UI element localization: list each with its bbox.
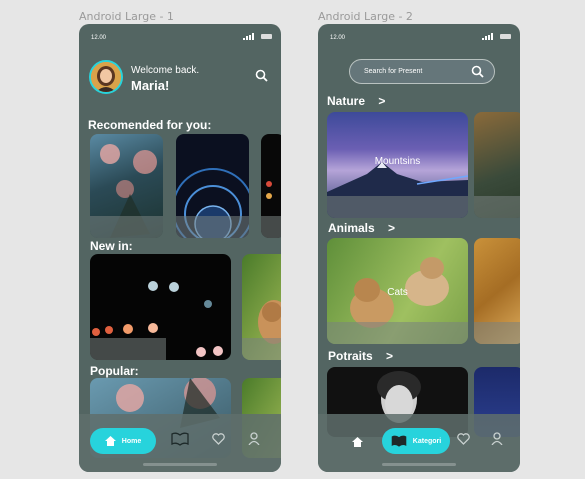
nature-card-mountains[interactable]: Mountsins	[327, 112, 468, 218]
recommended-card-1[interactable]	[90, 134, 163, 238]
search-icon[interactable]	[255, 69, 268, 87]
avatar[interactable]	[89, 60, 123, 94]
recommended-card-2[interactable]	[176, 134, 249, 238]
nav-home-button[interactable]: Home	[90, 428, 156, 454]
status-icons	[482, 33, 511, 40]
heart-icon[interactable]	[212, 432, 225, 450]
search-icon[interactable]	[471, 65, 484, 83]
nav-kategori-label: Kategori	[412, 437, 442, 445]
category-animals-label: Animals	[328, 221, 375, 235]
phone-frame-home: 12.00 Welcome back. Maria! Recomended fo…	[79, 24, 281, 472]
nav-kategori-button[interactable]: Kategori	[382, 428, 450, 454]
category-animals-title[interactable]: Animals >	[328, 221, 395, 235]
welcome-text: Welcome back.	[131, 65, 200, 76]
new-in-card-2[interactable]	[242, 254, 281, 360]
signal-icon	[243, 33, 254, 40]
home-indicator	[143, 463, 217, 466]
status-time: 12.00	[91, 35, 107, 41]
section-recommended-title: Recomended for you:	[88, 118, 212, 132]
category-portraits-title[interactable]: Potraits >	[328, 349, 393, 363]
new-in-card-1[interactable]	[90, 254, 231, 360]
search-placeholder: Search for Present	[364, 68, 423, 75]
person-icon[interactable]	[491, 432, 503, 450]
nav-home-label: Home	[121, 437, 142, 445]
book-icon	[391, 435, 407, 447]
bottom-nav: Kategori	[318, 414, 520, 472]
home-icon[interactable]	[352, 434, 363, 452]
frame-label-1: Android Large - 1	[79, 10, 174, 23]
battery-icon	[261, 34, 272, 39]
bottom-nav: Home	[79, 414, 281, 472]
book-icon[interactable]	[171, 432, 189, 451]
nature-card-label: Mountsins	[374, 156, 421, 167]
signal-icon	[482, 33, 493, 40]
category-nature-label: Nature	[327, 94, 366, 108]
chevron-right-icon: >	[386, 349, 394, 363]
status-icons	[243, 33, 272, 40]
person-icon[interactable]	[248, 432, 260, 450]
user-name: Maria!	[131, 78, 170, 93]
category-portraits-label: Potraits	[328, 349, 373, 363]
category-nature-title[interactable]: Nature >	[327, 94, 385, 108]
home-icon	[104, 436, 116, 446]
chevron-right-icon: >	[378, 94, 386, 108]
recommended-card-3[interactable]	[261, 134, 281, 238]
chevron-right-icon: >	[388, 221, 396, 235]
heart-icon[interactable]	[457, 432, 470, 450]
nature-card-2[interactable]	[474, 112, 520, 218]
home-indicator	[382, 463, 456, 466]
search-input[interactable]: Search for Present	[349, 59, 495, 84]
section-new-in-title: New in:	[90, 239, 133, 253]
frame-label-2: Android Large - 2	[318, 10, 413, 23]
section-popular-title: Popular:	[90, 364, 139, 378]
animals-card-label: Cats	[387, 287, 408, 298]
phone-frame-categories: 12.00 Search for Present Nature > Mounts…	[318, 24, 520, 472]
animals-card-cats[interactable]: Cats	[327, 238, 468, 344]
battery-icon	[500, 34, 511, 39]
status-time: 12.00	[330, 35, 346, 41]
animals-card-2[interactable]	[474, 238, 520, 344]
